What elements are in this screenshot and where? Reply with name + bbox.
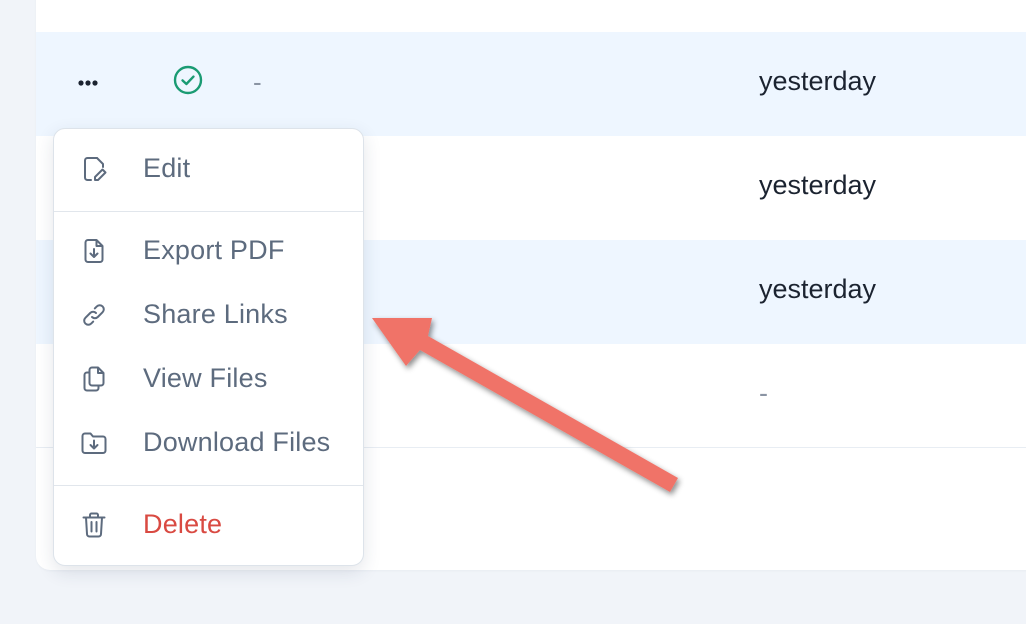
table-row[interactable]: - yesterday <box>36 32 1026 136</box>
check-circle-icon <box>173 65 203 95</box>
menu-item-label: Share Links <box>143 299 288 329</box>
files-icon <box>83 366 105 392</box>
trash-icon <box>82 512 106 538</box>
row-date: yesterday <box>759 274 877 304</box>
menu-item-edit[interactable]: Edit <box>54 141 363 197</box>
menu-item-label: Download Files <box>143 427 331 457</box>
menu-divider <box>54 211 363 212</box>
menu-item-export-pdf[interactable]: Export PDF <box>54 223 363 279</box>
menu-item-delete[interactable]: Delete <box>54 497 363 553</box>
menu-item-view-files[interactable]: View Files <box>54 351 363 407</box>
edit-document-icon <box>84 157 107 181</box>
link-icon <box>83 304 105 326</box>
row-actions-menu: Edit Export PDF Share Links View Files D… <box>53 128 364 566</box>
row-actions-button[interactable] <box>73 68 103 98</box>
more-horizontal-icon <box>78 80 98 86</box>
file-download-icon <box>84 239 104 263</box>
menu-item-share-links[interactable]: Share Links <box>54 287 363 343</box>
menu-divider <box>54 485 363 486</box>
folder-download-icon <box>81 432 107 454</box>
menu-item-download-files[interactable]: Download Files <box>54 415 363 471</box>
menu-item-label: Export PDF <box>143 235 285 265</box>
row-date: yesterday <box>759 66 877 96</box>
row-owner: - <box>253 67 262 97</box>
menu-item-label: Delete <box>143 509 223 539</box>
menu-item-label: Edit <box>143 153 191 183</box>
menu-item-label: View Files <box>143 363 268 393</box>
row-date: - <box>759 378 768 408</box>
row-date: yesterday <box>759 170 877 200</box>
